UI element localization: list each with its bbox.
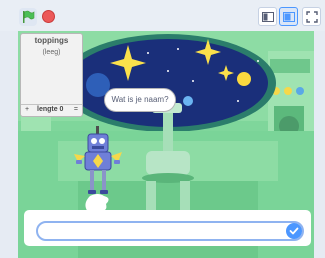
robot-sprite[interactable] [68, 126, 128, 218]
normal-stage-button[interactable] [279, 7, 298, 26]
stage-header [0, 0, 325, 31]
list-length-label: lengte 0 [37, 106, 64, 113]
list-monitor[interactable]: toppings (leeg) + lengte 0 = [20, 33, 83, 117]
fullscreen-button[interactable] [302, 7, 321, 26]
list-empty-text: (leeg) [42, 49, 61, 56]
speech-bubble-text: Wat is je naam? [111, 95, 169, 104]
ask-answer-input[interactable] [36, 221, 304, 241]
small-stage-layout-icon [261, 11, 274, 22]
fullscreen-icon [305, 10, 318, 23]
list-resize-handle[interactable]: = [74, 106, 78, 113]
ask-submit-button[interactable] [286, 223, 302, 239]
stop-button[interactable] [42, 10, 55, 23]
speech-bubble: Wat is je naam? [104, 88, 176, 112]
small-stage-button[interactable] [258, 7, 277, 26]
list-add-button[interactable]: + [25, 106, 29, 113]
list-monitor-footer: + lengte 0 = [21, 104, 82, 116]
normal-stage-layout-icon [282, 11, 295, 22]
green-flag-icon [23, 10, 35, 23]
checkmark-icon [289, 227, 299, 235]
list-monitor-title: toppings [34, 36, 69, 45]
green-flag-button[interactable] [19, 8, 37, 26]
